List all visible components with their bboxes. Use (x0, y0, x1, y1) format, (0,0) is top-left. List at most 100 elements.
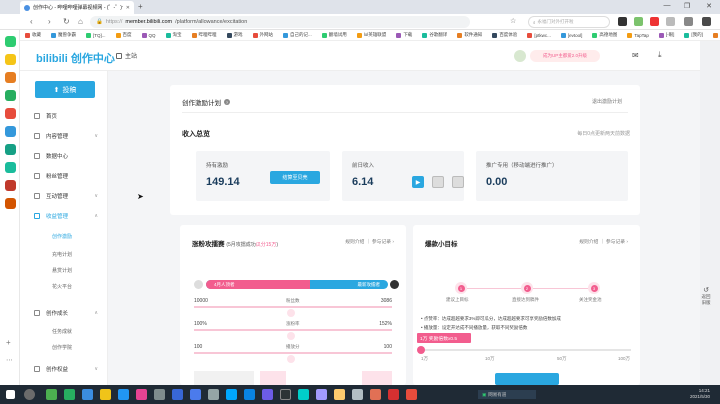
sidebar-app-icon[interactable] (5, 126, 16, 137)
nav-item-data[interactable]: 数据中心 (20, 148, 108, 164)
new-tab-button[interactable]: + (138, 2, 143, 11)
article-icon[interactable] (452, 176, 464, 188)
sidebar-app-icon[interactable] (5, 180, 16, 191)
extension-icon[interactable] (618, 17, 627, 26)
app-icon[interactable] (154, 389, 165, 400)
hit-panel-links[interactable]: 规则介绍 ｜ 参与记录 › (579, 238, 628, 245)
bookmark-item[interactable]: 魔兽争霸 (46, 32, 81, 38)
app-icon[interactable] (226, 389, 237, 400)
bookmark-item[interactable]: 翻墙试用 (317, 32, 352, 38)
app-icon[interactable] (244, 389, 255, 400)
video-icon[interactable] (432, 176, 444, 188)
search-icon[interactable] (24, 389, 35, 400)
nav-item-home[interactable]: 首页 (20, 108, 108, 124)
app-icon[interactable] (172, 389, 183, 400)
up-promo-button[interactable]: 成为UP主都爱2.0升级 (530, 50, 600, 62)
logo[interactable]: bilibili 创作中心 (36, 50, 115, 66)
slider-handle[interactable] (417, 346, 425, 354)
bookmark-item[interactable]: 自己的记... (278, 32, 317, 38)
help-icon[interactable]: ? (224, 99, 230, 105)
extension-icon[interactable] (650, 17, 659, 26)
close-window-button[interactable]: ✕ (702, 2, 716, 10)
home-link[interactable]: 主站 (116, 51, 137, 60)
app-icon[interactable] (334, 389, 345, 400)
star-icon[interactable]: ☆ (510, 17, 516, 25)
app-icon[interactable] (298, 389, 309, 400)
bookmark-item[interactable]: 高德地图 (587, 32, 622, 38)
subnav-charge[interactable]: 充电计划 (52, 251, 72, 258)
mail-icon[interactable]: ✉ (632, 51, 639, 60)
add-icon[interactable]: + (6, 338, 11, 347)
bookmark-item[interactable]: [-眼] (654, 32, 680, 38)
app-icon[interactable] (280, 389, 291, 400)
sidebar-app-icon[interactable] (5, 162, 16, 173)
reload-icon[interactable]: ↻ (63, 17, 70, 26)
tab-close-icon[interactable]: ✕ (126, 5, 130, 11)
fans-panel-links[interactable]: 规则介绍 ｜ 参与记录 › (345, 238, 394, 245)
clock[interactable]: 14:21 2021/5/30 (690, 388, 710, 400)
app-icon[interactable] (100, 389, 111, 400)
bookmark-item[interactable]: TapTap (622, 32, 654, 38)
sidebar-app-icon[interactable] (5, 72, 16, 83)
nav-item-rights[interactable]: 创作权益 ∨ (20, 361, 108, 377)
bookmark-item[interactable]: 百度 (111, 32, 137, 38)
subnav-bounty[interactable]: 悬赏计划 (52, 267, 72, 274)
bookmark-item[interactable]: 哔哩哔哩 (187, 32, 222, 38)
extension-icon[interactable] (634, 17, 643, 26)
sidebar-app-icon[interactable] (5, 108, 16, 119)
app-icon[interactable] (406, 389, 417, 400)
ime-indicator[interactable]: ▣ 网易有道 (478, 390, 536, 399)
bookmark-item[interactable]: lol英雄联盟 (352, 32, 392, 38)
app-icon[interactable] (64, 389, 75, 400)
app-icon[interactable] (370, 389, 381, 400)
app-icon[interactable] (208, 389, 219, 400)
play-target-slider[interactable] (421, 349, 631, 351)
bookmark-item[interactable]: 软件通知 (452, 32, 487, 38)
bookmark-item[interactable]: 百度体验 (487, 32, 522, 38)
maximize-button[interactable]: ❐ (680, 2, 694, 10)
bookmark-item[interactable]: 谷歌翻译 (417, 32, 452, 38)
withdraw-button[interactable]: 结算至贝壳 (270, 171, 320, 184)
join-button[interactable] (495, 373, 559, 385)
bookmark-item[interactable]: 淘宝 (161, 32, 187, 38)
back-icon[interactable]: ‹ (30, 17, 33, 26)
sidebar-app-icon[interactable] (5, 90, 16, 101)
nav-item-income[interactable]: 收益管理 ∧ (20, 208, 108, 224)
menu-icon[interactable] (684, 17, 693, 26)
subnav-tasks[interactable]: 任务成就 (52, 328, 72, 335)
minimize-button[interactable]: — (660, 2, 674, 9)
bookmark-item[interactable]: 外网站 (248, 32, 279, 38)
download-icon[interactable]: ⤓ (658, 50, 662, 60)
nav-item-growth[interactable]: 创作成长 ∧ (20, 305, 108, 321)
home-icon[interactable]: ⌂ (78, 17, 83, 26)
nav-item-fans[interactable]: 粉丝管理 (20, 168, 108, 184)
bookmark-item[interactable]: 游戏 (222, 32, 248, 38)
sidebar-app-icon[interactable] (5, 144, 16, 155)
subnav-incentive[interactable]: 创作激励 (52, 233, 72, 240)
bookmark-item[interactable]: 下载 (391, 32, 417, 38)
upload-button[interactable]: ⬆ 投稿 (35, 81, 95, 98)
app-icon[interactable] (46, 389, 57, 400)
bookmark-item[interactable]: [我的] (679, 32, 708, 38)
nav-item-content[interactable]: 内容管理 ∨ (20, 128, 108, 144)
exit-plan-link[interactable]: 退出激励计划 (592, 98, 622, 105)
app-icon[interactable] (190, 389, 201, 400)
bookmark-item[interactable]: [TQ]... (81, 32, 111, 38)
more-icon[interactable]: ⋯ (6, 356, 13, 364)
bookmark-item[interactable]: 我的. (708, 32, 720, 38)
bookmark-item[interactable]: [ptkwc... (522, 32, 556, 38)
app-icon[interactable] (82, 389, 93, 400)
back-to-old-version[interactable]: ↺ 返回旧版 (696, 287, 716, 306)
url-bar[interactable]: 🔒 https://member.bilibili.com/platform/a… (90, 16, 470, 28)
app-icon[interactable] (118, 389, 129, 400)
bookmark-item[interactable]: 收藏 (20, 32, 46, 38)
bookmark-item[interactable]: QQ (137, 32, 161, 38)
sidebar-app-icon[interactable] (5, 36, 16, 47)
app-icon[interactable] (136, 389, 147, 400)
sidebar-app-icon[interactable] (5, 54, 16, 65)
app-icon[interactable] (388, 389, 399, 400)
start-icon[interactable] (6, 390, 15, 399)
bookmark-item[interactable]: [evtool] (556, 32, 588, 38)
subnav-spark[interactable]: 花火平台 (52, 283, 72, 290)
extension-icon[interactable] (666, 17, 675, 26)
